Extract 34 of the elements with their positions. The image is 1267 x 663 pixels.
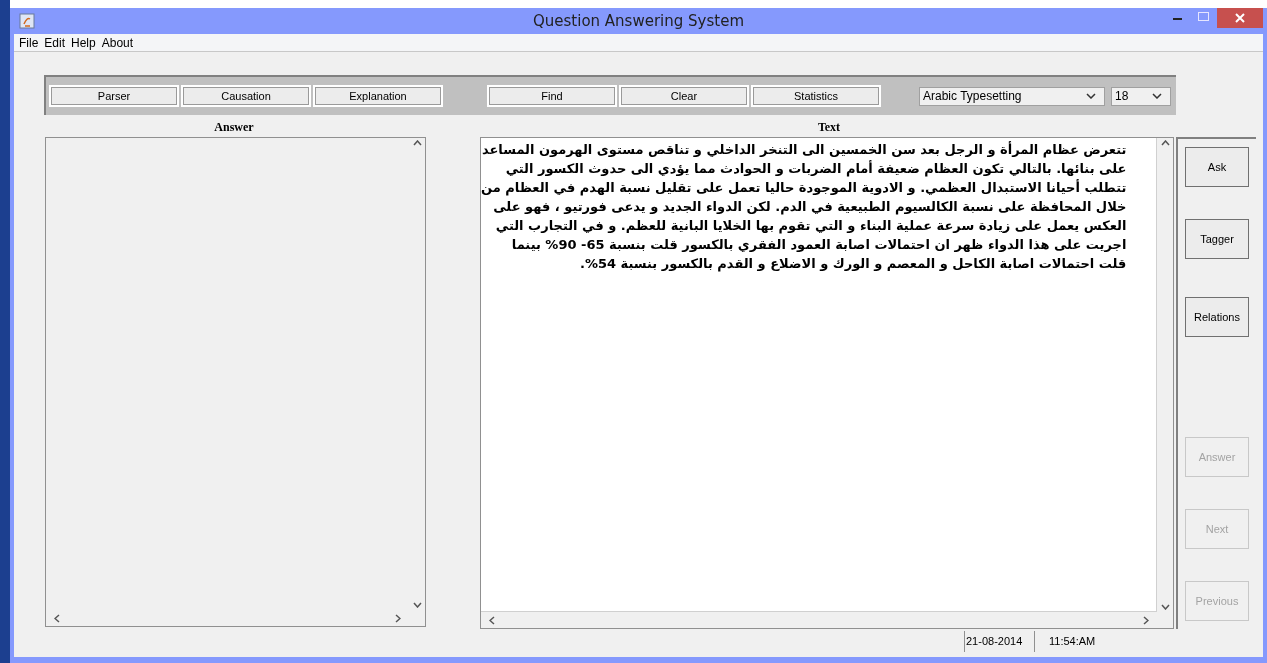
window-title: Question Answering System	[533, 11, 744, 30]
text-area[interactable]	[480, 137, 1174, 629]
menu-item[interactable]: About	[98, 33, 137, 52]
menu-item[interactable]: File	[16, 33, 42, 52]
toolbar-button[interactable]: Explanation	[315, 87, 441, 105]
scroll-up-icon[interactable]	[412, 140, 422, 146]
menu-item[interactable]: Edit	[41, 33, 69, 52]
close-icon[interactable]	[1217, 8, 1263, 28]
status-date: 21-08-2014	[964, 631, 1034, 652]
size-dropdown[interactable]: 18	[1111, 86, 1171, 106]
chevron-down-icon[interactable]	[1152, 93, 1162, 99]
article-text: تتعرض عظام المرأة و الرجل بعد سن الخمسين الى التنخر الداخلي و تناقص مستوى الهرمون المساعد على بنائها. بالتالي تكون العظام ضعيفة أمام الضربات و الحوادث مما يؤدي الى حدوث الكسور التي تتطلب أحيانا الاستبدال العظمي. و الادوية الموجودة حاليا تعمل على تقليل نسبة الهدم في العظام من خلال المحافظة على نسبة الكالسيوم الطبيعية في الدم. لكن الدواء الجديد و يدعى فورتيو ، فهو على العكس يعمل على زيادة سرعة عملية البناء و التي تقوم بها الخلايا البانية للعظم. و في التجارب التي اجريت على هذا الدواء ظهر ان احتمالات اصابة العمود الفقري بالكسور قلت بنسبة 65- 90% بينما قلت احتمالات اصابة الكاحل و المعصم و الورك و الاضلاع و القدم بالكسور بنسبة 54%.	[481, 140, 1127, 273]
scroll-left-icon[interactable]	[489, 615, 495, 625]
panel-label: Text	[817, 120, 841, 134]
side-button[interactable]: Ask	[1185, 147, 1249, 187]
scroll-down-icon[interactable]	[1160, 604, 1170, 610]
side-button[interactable]: Relations	[1185, 297, 1249, 337]
toolbar-button[interactable]: Clear	[621, 87, 747, 105]
panel-label: Answer	[214, 120, 254, 134]
side-button[interactable]: Tagger	[1185, 219, 1249, 259]
status-time: 11:54:AM	[1034, 631, 1119, 652]
toolbar-button[interactable]: Find	[489, 87, 615, 105]
menu-item[interactable]: Help	[68, 33, 99, 52]
toolbar-button[interactable]: Causation	[183, 87, 309, 105]
scroll-right-icon[interactable]	[395, 613, 401, 623]
app-icon	[19, 13, 35, 29]
scroll-left-icon[interactable]	[54, 613, 60, 623]
scroll-down-icon[interactable]	[412, 602, 422, 608]
toolbar-button[interactable]: Parser	[51, 87, 177, 105]
scroll-right-icon[interactable]	[1143, 615, 1149, 625]
font-dropdown[interactable]: Arabic Typesetting	[919, 86, 1105, 106]
scroll-up-icon[interactable]	[1160, 140, 1170, 146]
chevron-down-icon[interactable]	[1086, 93, 1096, 99]
toolbar-button[interactable]: Statistics	[753, 87, 879, 105]
